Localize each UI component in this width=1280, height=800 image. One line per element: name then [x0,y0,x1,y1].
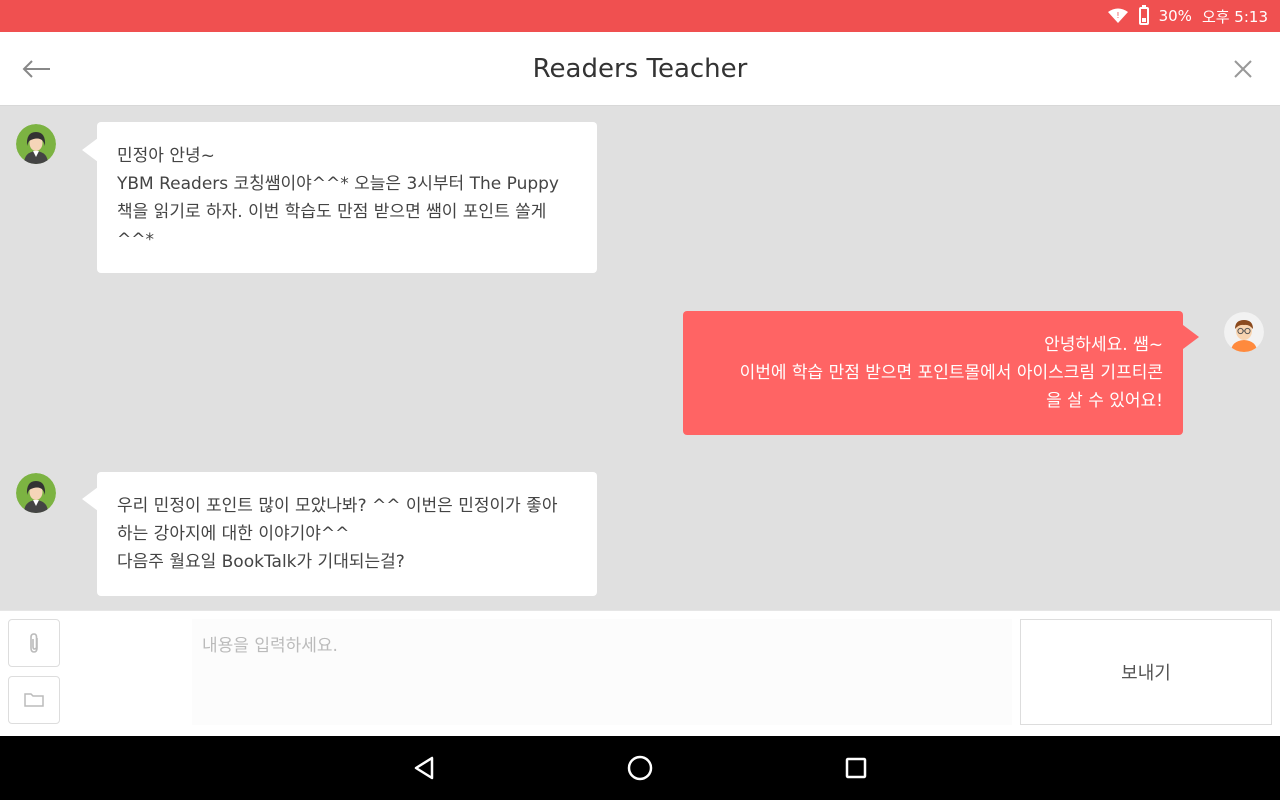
message-line: 을 살 수 있어요! [1046,391,1163,411]
header: Readers Teacher [0,32,1280,106]
message-line: ^^* [117,230,154,250]
teacher-avatar-icon [16,124,56,164]
message-bubble-teacher: 민정아 안녕~ YBM Readers 코칭쌤이야^^* 오늘은 3시부터 Th… [97,122,597,273]
message-bubble-student: 안녕하세요. 쌤~ 이번에 학습 만점 받으면 포인트몰에서 아이스크림 기프티… [683,311,1183,435]
bubble-tail [82,487,98,511]
student-avatar-icon [1224,312,1264,352]
clock: 오후 5:13 [1201,7,1268,26]
message-input[interactable] [192,619,1012,725]
paperclip-icon [30,633,38,653]
square-recents-icon [845,757,867,779]
message-line: 다음주 월요일 BookTalk가 기대되는걸? [117,552,405,572]
teacher-avatar[interactable] [16,473,56,513]
nav-recents-button[interactable] [841,753,871,783]
message-line: YBM Readers 코칭쌤이야^^* 오늘은 3시부터 The Puppy [117,174,559,194]
battery-level: 30% [1158,7,1192,25]
message-compose-bar: 보내기 [0,610,1280,736]
system-nav-bar [0,736,1280,800]
triangle-back-icon [414,756,434,780]
bubble-tail [1183,325,1199,349]
folder-icon [24,693,44,707]
send-button[interactable]: 보내기 [1020,619,1272,725]
status-bar: ! 30% 오후 5:13 [0,0,1280,32]
nav-home-button[interactable] [625,753,655,783]
chat-area: 민정아 안녕~ YBM Readers 코칭쌤이야^^* 오늘은 3시부터 Th… [0,106,1280,610]
circle-home-icon [627,755,653,781]
message-line: 이번에 학습 만점 받으면 포인트몰에서 아이스크림 기프티콘 [739,363,1163,383]
close-icon [1234,60,1252,78]
message-line: 안녕하세요. 쌤~ [1044,335,1163,355]
bubble-tail [82,138,98,162]
message-line: 하는 강아지에 대한 이야기야^^ [117,524,350,544]
svg-text:!: ! [1116,11,1119,20]
message-line: 우리 민정이 포인트 많이 모았나봐? ^^ 이번은 민정이가 좋아 [117,496,558,516]
teacher-avatar-icon [16,473,56,513]
close-button[interactable] [1228,54,1258,84]
teacher-avatar[interactable] [16,124,56,164]
message-line: 책을 읽기로 하자. 이번 학습도 만점 받으면 쌤이 포인트 쏠게 [117,202,547,222]
folder-button[interactable] [8,676,60,724]
nav-back-button[interactable] [410,753,440,783]
student-avatar[interactable] [1224,312,1264,352]
battery-icon [1138,5,1149,25]
page-title: Readers Teacher [532,54,748,84]
message-bubble-teacher: 우리 민정이 포인트 많이 모았나봐? ^^ 이번은 민정이가 좋아 하는 강아… [97,472,597,596]
wifi-icon: ! [1107,8,1129,24]
message-line: 민정아 안녕~ [117,146,215,166]
attach-button[interactable] [8,619,60,667]
